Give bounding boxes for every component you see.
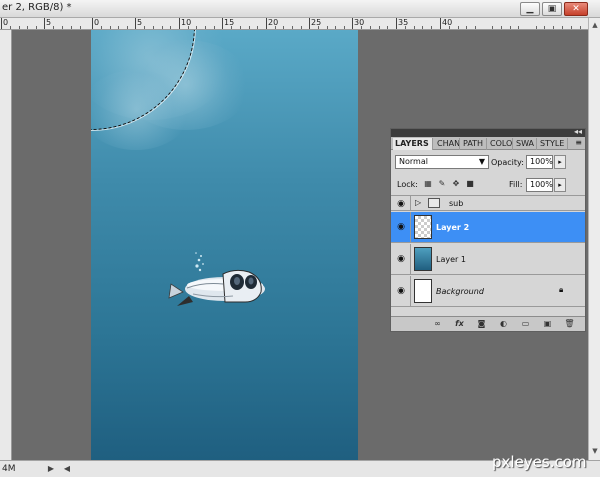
layer-name: Layer 2 (436, 223, 470, 232)
ruler-label: 15 (224, 18, 235, 27)
layer-name: Layer 1 (436, 255, 466, 264)
zoom-readout: 4M (2, 464, 16, 474)
tab-paths[interactable]: PATH (461, 138, 487, 150)
layer-thumbnail (414, 279, 432, 303)
restore-button[interactable]: ▣ (542, 2, 562, 16)
eye-icon[interactable]: ◉ (395, 198, 407, 210)
blend-mode-value: Normal (399, 157, 428, 166)
layers-panel-footer: ∞ fx ◙ ◐ ▭ ▣ 🗑︎ (391, 316, 585, 331)
horizontal-ruler: 0 5 0 5 10 15 20 25 30 35 40 (0, 18, 588, 30)
opacity-slider-button[interactable]: ▸ (554, 155, 566, 169)
opacity-field[interactable]: 100% (526, 155, 553, 169)
layer-row-background[interactable]: ◉ Background 🔒︎ (391, 276, 585, 307)
layer-row-layer-1[interactable]: ◉ Layer 1 (391, 244, 585, 275)
adjustment-icon[interactable]: ◐ (497, 318, 510, 330)
link-icon[interactable]: ∞ (431, 318, 444, 330)
ruler-label: 5 (137, 18, 143, 27)
ruler-label: 20 (268, 18, 279, 27)
opacity-label: Opacity: (491, 158, 524, 167)
status-menu-icon[interactable]: ▶ (46, 463, 56, 475)
minimize-button[interactable]: ▁ (520, 2, 540, 16)
document-title: er 2, RGB/8) * (2, 2, 72, 13)
tab-layers[interactable]: LAYERS (393, 138, 433, 150)
layer-row-layer-2[interactable]: ◉ Layer 2 (391, 212, 585, 243)
lock-position-icon[interactable]: ✥ (451, 179, 461, 189)
ruler-label: 10 (181, 18, 192, 27)
collapse-icon[interactable]: ◂◂ (574, 127, 582, 136)
chevron-down-icon: ▼ (478, 157, 485, 166)
group-icon[interactable]: ▭ (519, 318, 532, 330)
new-layer-icon[interactable]: ▣ (541, 318, 554, 330)
fill-field[interactable]: 100% (526, 178, 553, 192)
eye-icon[interactable]: ◉ (395, 285, 407, 297)
blend-mode-select[interactable]: Normal ▼ (395, 155, 489, 169)
tab-swatches[interactable]: SWA (514, 138, 537, 150)
lock-image-icon[interactable]: ✎ (437, 179, 447, 189)
lock-label: Lock: (397, 180, 418, 189)
fill-label: Fill: (509, 180, 523, 189)
ruler-label: 0 (3, 18, 9, 27)
ruler-label: 0 (94, 18, 100, 27)
title-bar: er 2, RGB/8) * ▁ ▣ ✕ (0, 0, 600, 18)
layer-thumbnail (414, 247, 432, 271)
fill-slider-button[interactable]: ▸ (554, 178, 566, 192)
lock-icon: 🔒︎ (559, 285, 564, 294)
layer-row-sub[interactable]: ◉ ▷ sub (391, 195, 585, 211)
watermark: pxleyes.com (492, 453, 587, 471)
lock-transparent-icon[interactable]: ▦ (423, 179, 433, 189)
scroll-down-icon[interactable]: ▼ (590, 446, 600, 456)
ruler-label: 25 (311, 18, 322, 27)
panel-tabs: LAYERS CHAN PATH COLO SWA STYLE ≡ (391, 137, 585, 150)
vertical-scrollbar[interactable]: ▲ ▼ (588, 18, 600, 460)
tab-styles[interactable]: STYLE (538, 138, 568, 150)
document-canvas[interactable] (91, 30, 358, 460)
mask-icon[interactable]: ◙ (475, 318, 488, 330)
blend-row: Normal ▼ Opacity: 100% ▸ (391, 153, 585, 173)
fx-icon[interactable]: fx (453, 318, 466, 330)
layer-name: Background (436, 287, 484, 296)
folder-icon (428, 198, 440, 208)
trash-icon[interactable]: 🗑︎ (563, 318, 576, 330)
scroll-left-icon[interactable]: ◀ (62, 463, 72, 475)
layers-panel: ◂◂ LAYERS CHAN PATH COLO SWA STYLE ≡ Nor… (390, 127, 586, 332)
scroll-up-icon[interactable]: ▲ (590, 20, 600, 30)
ruler-label: 35 (398, 18, 409, 27)
tab-channels[interactable]: CHAN (435, 138, 460, 150)
ruler-label: 5 (46, 18, 52, 27)
eye-icon[interactable]: ◉ (395, 253, 407, 265)
lock-all-icon[interactable]: ■ (465, 179, 475, 189)
submarine-image (168, 252, 265, 306)
layer-thumbnail (414, 215, 432, 239)
panel-menu-icon[interactable]: ≡ (575, 138, 582, 147)
tab-color[interactable]: COLO (488, 138, 513, 150)
eye-icon[interactable]: ◉ (395, 221, 407, 233)
expand-triangle-icon[interactable]: ▷ (415, 198, 421, 207)
ruler-label: 30 (354, 18, 365, 27)
vertical-ruler (0, 30, 12, 460)
layer-name: sub (449, 199, 464, 208)
lock-row: Lock: ▦ ✎ ✥ ■ Fill: 100% ▸ (391, 175, 585, 195)
panel-header[interactable]: ◂◂ (391, 127, 585, 137)
close-button[interactable]: ✕ (564, 2, 588, 16)
ruler-label: 40 (442, 18, 453, 27)
